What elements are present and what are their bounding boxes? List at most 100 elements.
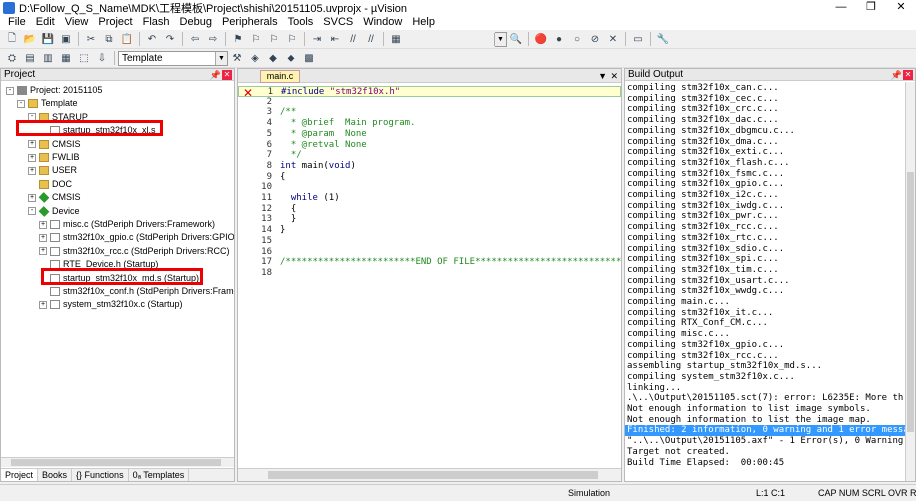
cut-icon[interactable]: ✂	[83, 32, 99, 47]
build-output-line[interactable]: compiling system_stm32f10x.c...	[627, 372, 795, 383]
redo-icon[interactable]: ↷	[162, 32, 178, 47]
vertical-scrollbar[interactable]	[905, 82, 915, 481]
scrollbar-thumb[interactable]	[268, 471, 598, 479]
build-output-line[interactable]: compiling stm32f10x_rcc.c...	[627, 222, 779, 233]
menu-view[interactable]: View	[60, 15, 94, 30]
start-debug-icon[interactable]: 🔴	[533, 32, 549, 47]
build-output-line[interactable]: compiling stm32f10x_gpio.c...	[627, 179, 784, 190]
menu-help[interactable]: Help	[407, 15, 440, 30]
build-output-line[interactable]: Target not created.	[627, 447, 730, 458]
tab-books[interactable]: Books	[38, 469, 73, 481]
build-output-line[interactable]: compiling stm32f10x_rcc.c...	[627, 351, 779, 362]
manage-rte-icon[interactable]: ◆	[265, 51, 281, 66]
build-output-line[interactable]: compiling stm32f10x_fsmc.c...	[627, 169, 784, 180]
tree-node[interactable]: + stm32f10x_gpio.c (StdPeriph Drivers:GPI…	[39, 231, 234, 244]
target-select[interactable]: Template ▼	[118, 50, 228, 66]
configure-icon[interactable]: 🔧	[655, 32, 671, 47]
horizontal-scrollbar[interactable]	[1, 457, 234, 467]
expand-icon[interactable]: +	[39, 247, 47, 256]
build-output-line[interactable]: compiling stm32f10x_iwdg.c...	[627, 201, 784, 212]
collapse-icon[interactable]: -	[17, 99, 25, 108]
build-output-line[interactable]: compiling stm32f10x_rtc.c...	[627, 233, 779, 244]
find-combo[interactable]: ▼	[494, 31, 507, 47]
build-output-line[interactable]: compiling misc.c...	[627, 329, 730, 340]
tree-node[interactable]: - Project: 20151105	[6, 84, 102, 97]
kill-breakpoints-icon[interactable]: ✕	[605, 32, 621, 47]
comment-icon[interactable]: //	[345, 32, 361, 47]
window-layout-icon[interactable]: ▭	[630, 32, 646, 47]
save-all-icon[interactable]: ▣	[58, 32, 74, 47]
pin-icon[interactable]: 📌	[210, 69, 221, 81]
expand-icon[interactable]: +	[28, 140, 36, 149]
expand-icon[interactable]: +	[39, 233, 47, 242]
menu-svcs[interactable]: SVCS	[318, 15, 358, 30]
expand-icon[interactable]: +	[39, 300, 47, 309]
build-output-line[interactable]: compiling stm32f10x_dbgmcu.c...	[627, 126, 795, 137]
tree-node[interactable]: + stm32f10x_rcc.c (StdPeriph Drivers:RCC)	[39, 245, 230, 258]
expand-icon[interactable]: +	[28, 166, 36, 175]
tree-node[interactable]: + USER	[28, 164, 77, 177]
tree-node[interactable]: + CMSIS	[28, 191, 81, 204]
download-icon[interactable]: ⇩	[94, 51, 110, 66]
rebuild-icon[interactable]: ▥	[40, 51, 56, 66]
build-output-line[interactable]: compiling stm32f10x_cec.c...	[627, 94, 779, 105]
close-button[interactable]: ✕	[886, 0, 916, 15]
clear-bookmarks-icon[interactable]: ⚐	[284, 32, 300, 47]
copy-icon[interactable]: ⧉	[101, 32, 117, 47]
tree-node[interactable]: stm32f10x_conf.h (StdPeriph Drivers:Fram…	[39, 285, 234, 298]
build-output-line[interactable]: compiling stm32f10x_pwr.c...	[627, 211, 779, 222]
tab-list-icon[interactable]: ▼	[598, 69, 607, 83]
build-output-line[interactable]: compiling stm32f10x_i2c.c...	[627, 190, 779, 201]
build-output-line[interactable]: compiling stm32f10x_spi.c...	[627, 254, 779, 265]
build-output-line[interactable]: compiling stm32f10x_exti.c...	[627, 147, 784, 158]
build-output-line[interactable]: compiling RTX_Conf_CM.c...	[627, 318, 768, 329]
paste-icon[interactable]: 📋	[119, 32, 135, 47]
navigate-forward-icon[interactable]: ⇨	[205, 32, 221, 47]
build-output-line[interactable]: compiling stm32f10x_sdio.c...	[627, 244, 784, 255]
build-output-line[interactable]: compiling stm32f10x_dac.c...	[627, 115, 779, 126]
build-output-line[interactable]: compiling stm32f10x_tim.c...	[627, 265, 779, 276]
build-output-line[interactable]: compiling stm32f10x_can.c...	[627, 83, 779, 94]
new-file-icon[interactable]: 🗋	[4, 32, 20, 47]
open-folder-icon[interactable]: 📂	[22, 32, 38, 47]
tab-templates[interactable]: 0ₐ Templates	[129, 469, 190, 481]
scrollbar-thumb[interactable]	[11, 459, 221, 466]
tree-node[interactable]: + FWLIB	[28, 151, 80, 164]
expand-icon[interactable]: +	[28, 153, 36, 162]
scrollbar-thumb[interactable]	[907, 172, 914, 432]
build-output-line[interactable]: linking...	[627, 383, 681, 394]
minimize-button[interactable]: —	[826, 0, 856, 15]
translate-icon[interactable]: ⛭	[4, 51, 20, 66]
expand-icon[interactable]: +	[39, 220, 47, 229]
build-output-line[interactable]: compiling stm32f10x_dma.c...	[627, 137, 779, 148]
build-output-line[interactable]: compiling stm32f10x_it.c...	[627, 308, 773, 319]
find-icon[interactable]: 🔍	[508, 32, 524, 47]
menu-window[interactable]: Window	[358, 15, 407, 30]
target-options-icon[interactable]: ⚒	[229, 51, 245, 66]
insert-breakpoint-icon[interactable]: ●	[551, 32, 567, 47]
tree-node[interactable]: DOC	[28, 178, 72, 191]
menu-debug[interactable]: Debug	[175, 15, 217, 30]
build-output-line[interactable]: compiling stm32f10x_wwdg.c...	[627, 286, 784, 297]
tree-node[interactable]: - Template	[17, 97, 78, 110]
build-output-line[interactable]: Not enough information to list image sym…	[627, 404, 871, 415]
undo-icon[interactable]: ↶	[144, 32, 160, 47]
stop-build-icon[interactable]: ⬚	[76, 51, 92, 66]
menu-tools[interactable]: Tools	[283, 15, 319, 30]
unindent-icon[interactable]: ⇤	[327, 32, 343, 47]
tree-node[interactable]: + misc.c (StdPeriph Drivers:Framework)	[39, 218, 215, 231]
build-icon[interactable]: ▤	[22, 51, 38, 66]
restore-button[interactable]: ❐	[856, 0, 886, 15]
close-panel-icon[interactable]: ✕	[222, 70, 232, 80]
build-output-line[interactable]: Build Time Elapsed: 00:00:45	[627, 458, 784, 469]
code-area[interactable]: 1 #include "stm32f10x.h" 2 3/** 4 * @brief M…	[238, 84, 621, 468]
save-icon[interactable]: 💾	[40, 32, 56, 47]
menu-edit[interactable]: Edit	[31, 15, 60, 30]
build-output-line[interactable]: compiling stm32f10x_crc.c...	[627, 104, 779, 115]
prev-bookmark-icon[interactable]: ⚐	[248, 32, 264, 47]
batch-build-icon[interactable]: ▦	[58, 51, 74, 66]
pin-icon[interactable]: 📌	[891, 69, 902, 81]
tree-node[interactable]: - Device	[28, 205, 80, 218]
navigate-back-icon[interactable]: ⇦	[187, 32, 203, 47]
select-packs-icon[interactable]: ⬥	[283, 51, 299, 66]
